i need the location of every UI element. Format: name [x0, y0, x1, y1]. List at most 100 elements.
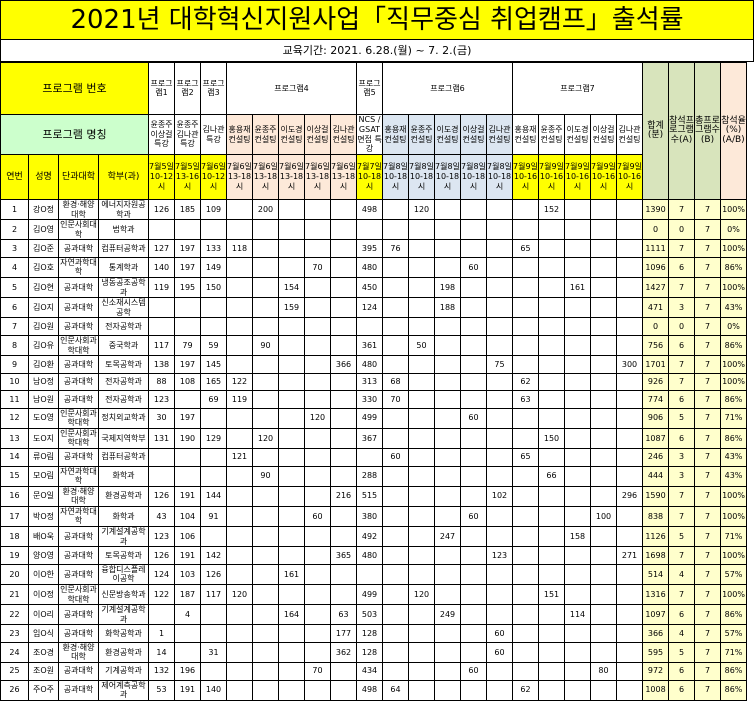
- minutes-cell: [486, 662, 513, 681]
- minutes-cell: [278, 427, 305, 450]
- attendance-rate: 100%: [720, 239, 747, 258]
- minutes-cell: 109: [200, 198, 227, 221]
- minutes-cell: [616, 256, 643, 279]
- minutes-cell: [486, 256, 513, 279]
- department-name: 컴퓨터공학과: [98, 239, 149, 258]
- minutes-cell: 200: [252, 198, 279, 221]
- minutes-cell: [564, 390, 591, 409]
- program-name-9: NCS / GSAT 면접 특강: [356, 114, 383, 155]
- minutes-cell: [330, 427, 357, 450]
- attended-count: 5: [668, 407, 695, 429]
- minutes-cell: 150: [200, 277, 227, 299]
- minutes-cell: [486, 239, 513, 258]
- program-name-8: 김나관 컨설팅: [330, 114, 357, 155]
- attendance-rate: 86%: [720, 427, 747, 450]
- minutes-cell: 123: [148, 390, 175, 409]
- minutes-cell: [590, 679, 617, 701]
- table-row: 24 조O경 환경·해양대학 환경공학과 14 31 362 128 60 595 5 7 71%: [0, 641, 747, 664]
- minutes-cell: [226, 679, 253, 701]
- minutes-cell: [460, 372, 487, 392]
- minutes-cell: [486, 297, 513, 319]
- minutes-cell: [304, 583, 331, 606]
- minutes-cell: 492: [356, 526, 383, 548]
- minutes-cell: [278, 219, 305, 241]
- minutes-cell: 65: [512, 239, 539, 258]
- row-number: 9: [0, 355, 29, 374]
- minutes-cell: [460, 198, 487, 221]
- minutes-cell: 188: [434, 297, 461, 319]
- table-row: 6 김O지 공과대학 신소재시스템공학 159 124 188 471 3 7 43%: [0, 297, 747, 319]
- minutes-cell: [512, 641, 539, 664]
- minutes-cell: [278, 526, 305, 548]
- minutes-cell: [460, 355, 487, 374]
- minutes-cell: [304, 465, 331, 487]
- minutes-cell: [382, 641, 409, 664]
- minutes-cell: [304, 546, 331, 565]
- minutes-cell: 247: [434, 526, 461, 548]
- minutes-cell: [538, 526, 565, 548]
- program-count: 7: [694, 448, 721, 467]
- col-dept-header: 학부(과): [98, 154, 149, 200]
- minutes-cell: [252, 277, 279, 299]
- college-name: 인문사회대학: [58, 219, 99, 241]
- student-name: 이O정: [28, 583, 59, 606]
- college-name: 공과대학: [58, 679, 99, 701]
- program-name-header: 프로그램 명칭: [0, 114, 149, 155]
- minutes-cell: [226, 256, 253, 279]
- table-row: 1 강O정 환경·해양대학 에너지자원공학과 126 185 109 200 498 120 152…: [0, 198, 747, 221]
- program-date-18: 7월9일 10-16시: [590, 154, 617, 200]
- program-name-7: 이상걸 컨설팅: [304, 114, 331, 155]
- minutes-cell: [616, 526, 643, 548]
- minutes-cell: [486, 372, 513, 392]
- total-minutes: 366: [642, 624, 669, 643]
- minutes-cell: [434, 679, 461, 701]
- program-count: 7: [694, 465, 721, 487]
- minutes-cell: [512, 277, 539, 299]
- minutes-cell: [616, 239, 643, 258]
- minutes-cell: [252, 546, 279, 565]
- minutes-cell: [486, 465, 513, 487]
- attended-count: 7: [668, 355, 695, 374]
- program-date-16: 7월9일 10-16시: [538, 154, 565, 200]
- minutes-cell: 154: [278, 277, 305, 299]
- minutes-cell: [590, 239, 617, 258]
- minutes-cell: 43: [148, 505, 175, 528]
- minutes-cell: [460, 624, 487, 643]
- minutes-cell: [512, 256, 539, 279]
- minutes-cell: [564, 465, 591, 487]
- minutes-cell: [434, 485, 461, 507]
- minutes-cell: [252, 256, 279, 279]
- minutes-cell: [564, 372, 591, 392]
- department-name: 기계설계공학과: [98, 526, 149, 548]
- minutes-cell: [512, 546, 539, 565]
- minutes-cell: [512, 563, 539, 585]
- attended-count: 6: [668, 679, 695, 701]
- minutes-cell: [252, 583, 279, 606]
- minutes-cell: [382, 583, 409, 606]
- col-no-header: 연번: [0, 154, 29, 200]
- total-minutes: 838: [642, 505, 669, 528]
- group-header-1: 프로그램1: [148, 62, 175, 115]
- minutes-cell: [330, 407, 357, 429]
- table-row: 5 김O현 공과대학 냉동공조공학과 119 195 150 154 450 198 161 1427…: [0, 277, 747, 299]
- minutes-cell: 60: [486, 641, 513, 664]
- minutes-cell: 249: [434, 604, 461, 626]
- minutes-cell: 366: [330, 355, 357, 374]
- student-name: 조O원: [28, 662, 59, 681]
- program-name-4: 홍용재 컨설팅: [226, 114, 253, 155]
- total-minutes: 1087: [642, 427, 669, 450]
- minutes-cell: [486, 317, 513, 336]
- student-name: 모O림: [28, 465, 59, 487]
- total-minutes: 471: [642, 297, 669, 319]
- minutes-cell: [512, 604, 539, 626]
- minutes-cell: 60: [304, 505, 331, 528]
- minutes-cell: 300: [616, 355, 643, 374]
- table-row: 2 김O영 인문사회대학 법학과 0 0 7 0%: [0, 219, 747, 241]
- minutes-cell: [148, 465, 175, 487]
- minutes-cell: [278, 355, 305, 374]
- total-minutes: 514: [642, 563, 669, 585]
- minutes-cell: [434, 563, 461, 585]
- minutes-cell: 60: [460, 662, 487, 681]
- row-number: 14: [0, 448, 29, 467]
- row-number: 19: [0, 546, 29, 565]
